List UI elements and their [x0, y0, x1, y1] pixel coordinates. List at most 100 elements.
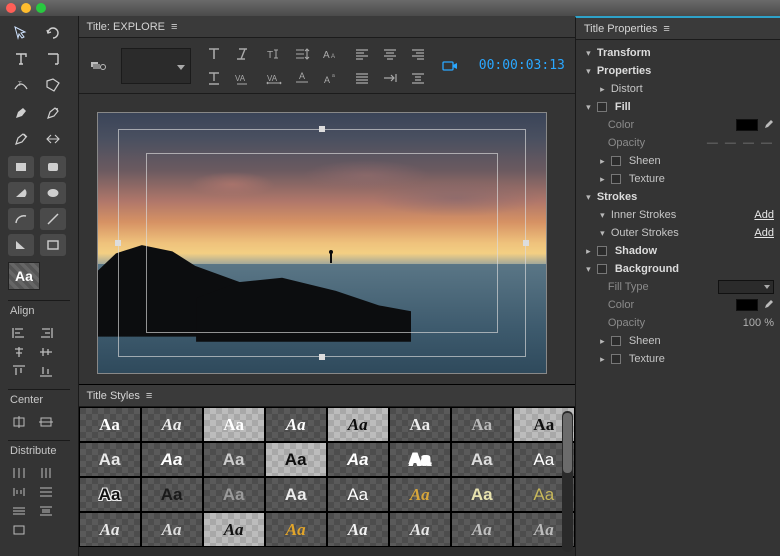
center-horizontal-icon[interactable]	[35, 414, 57, 430]
title-style-swatch[interactable]: Aa	[141, 512, 203, 547]
wedge-tool[interactable]	[8, 182, 34, 204]
align-left-icon[interactable]	[8, 325, 30, 341]
add-outer-stroke-link[interactable]: Add	[754, 227, 774, 239]
prop-texture-2[interactable]: Texture	[629, 353, 665, 365]
arc-tool[interactable]	[8, 208, 34, 230]
title-style-swatch[interactable]: Aa	[265, 477, 327, 512]
ellipse-tool[interactable]	[40, 182, 66, 204]
align-top-icon[interactable]	[8, 363, 30, 379]
area-type-tool[interactable]	[40, 74, 66, 96]
mac-zoom-button[interactable]	[36, 3, 46, 13]
rounded-rect-tool[interactable]	[40, 156, 66, 178]
eyedropper-icon[interactable]	[762, 119, 774, 131]
twirl-icon[interactable]	[584, 101, 593, 113]
texture-checkbox[interactable]	[611, 174, 621, 184]
show-video-icon[interactable]	[441, 57, 459, 75]
align-right-text-icon[interactable]	[409, 45, 427, 63]
align-bottom-icon[interactable]	[35, 363, 57, 379]
panel-menu-icon[interactable]: ≡	[146, 390, 152, 402]
prop-inner-strokes[interactable]: Inner Strokes	[611, 209, 676, 221]
font-family-dropdown[interactable]	[121, 48, 191, 84]
panel-menu-icon[interactable]: ≡	[171, 21, 177, 33]
distribute-extra-icon[interactable]	[8, 522, 30, 538]
twirl-icon[interactable]	[598, 83, 607, 95]
title-style-swatch[interactable]: Aa	[265, 512, 327, 547]
texture-checkbox-2[interactable]	[611, 354, 621, 364]
triangle-tool[interactable]	[8, 234, 34, 256]
align-center-text-icon[interactable]	[381, 45, 399, 63]
selection-tool[interactable]	[8, 22, 34, 44]
background-checkbox[interactable]	[597, 264, 607, 274]
title-style-swatch[interactable]: Aa	[327, 442, 389, 477]
title-style-swatch[interactable]: Aa	[79, 477, 141, 512]
leading-icon[interactable]	[293, 45, 311, 63]
polygon-tool[interactable]	[40, 234, 66, 256]
add-anchor-tool[interactable]	[40, 102, 66, 124]
prop-bgopacity-value[interactable]: 100 %	[743, 317, 774, 329]
regular-t-icon[interactable]	[205, 45, 223, 63]
font-size-icon[interactable]: T	[265, 45, 283, 63]
title-style-swatch[interactable]: Aa	[327, 407, 389, 442]
style-preview-swatch[interactable]: Aa	[8, 262, 40, 290]
mac-minimize-button[interactable]	[21, 3, 31, 13]
prop-strokes[interactable]: Strokes	[597, 191, 637, 203]
title-style-swatch[interactable]: Aa	[265, 407, 327, 442]
twirl-icon[interactable]	[598, 173, 607, 185]
smallcaps-icon[interactable]: AA	[321, 45, 339, 63]
superscript-icon[interactable]: Aa	[321, 69, 339, 87]
title-style-swatch[interactable]: Aa	[141, 442, 203, 477]
tracking-icon[interactable]: VA	[265, 69, 283, 87]
title-style-swatch[interactable]: Aa	[265, 442, 327, 477]
align-left-text-icon[interactable]	[353, 45, 371, 63]
title-style-swatch[interactable]: Aa	[389, 512, 451, 547]
title-style-swatch[interactable]: Aa	[389, 477, 451, 512]
timecode-display[interactable]: 00:00:03:13	[479, 58, 565, 73]
prop-outer-strokes[interactable]: Outer Strokes	[611, 227, 679, 239]
title-style-swatch[interactable]: Aa	[389, 407, 451, 442]
panel-menu-icon[interactable]: ≡	[663, 23, 669, 35]
title-style-swatch[interactable]: Aa	[327, 512, 389, 547]
pen-tool[interactable]	[8, 102, 34, 124]
sheen-checkbox-2[interactable]	[611, 336, 621, 346]
italic-t-icon[interactable]	[233, 45, 251, 63]
title-style-swatch[interactable]: Aa	[203, 442, 265, 477]
distribute-h3-icon[interactable]	[8, 484, 30, 500]
distribute-v3-icon[interactable]	[35, 503, 57, 519]
twirl-icon[interactable]	[598, 209, 607, 221]
twirl-icon[interactable]	[598, 227, 607, 239]
align-vcenter-icon[interactable]	[35, 344, 57, 360]
distribute-v1-icon[interactable]	[35, 484, 57, 500]
fill-color-swatch[interactable]	[736, 119, 758, 131]
twirl-icon[interactable]	[598, 353, 607, 365]
title-style-swatch[interactable]: Aa	[79, 442, 141, 477]
kerning-icon[interactable]: VA	[233, 69, 251, 87]
selection-handle[interactable]	[115, 240, 121, 246]
title-style-swatch[interactable]: Aa	[203, 407, 265, 442]
title-style-swatch[interactable]: Aa	[451, 477, 513, 512]
underline-icon[interactable]	[205, 69, 223, 87]
twirl-icon[interactable]	[598, 335, 607, 347]
twirl-icon[interactable]	[598, 155, 607, 167]
title-canvas[interactable]	[97, 112, 547, 374]
bg-color-swatch[interactable]	[736, 299, 758, 311]
distribute-h1-icon[interactable]	[8, 465, 30, 481]
prop-shadow[interactable]: Shadow	[615, 245, 657, 257]
baseline-icon[interactable]: A	[293, 69, 311, 87]
convert-anchor-tool[interactable]	[40, 128, 66, 150]
tab-icon[interactable]	[381, 69, 399, 87]
twirl-icon[interactable]	[584, 191, 593, 203]
title-style-swatch[interactable]: Aa	[451, 442, 513, 477]
selection-handle[interactable]	[319, 126, 325, 132]
add-inner-stroke-link[interactable]: Add	[754, 209, 774, 221]
twirl-icon[interactable]	[584, 263, 593, 275]
prop-texture[interactable]: Texture	[629, 173, 665, 185]
twirl-icon[interactable]	[584, 245, 593, 257]
fill-checkbox[interactable]	[597, 102, 607, 112]
title-style-swatch[interactable]: Aa	[203, 512, 265, 547]
title-style-swatch[interactable]: Aa	[451, 407, 513, 442]
prop-sheen-2[interactable]: Sheen	[629, 335, 661, 347]
align-right-icon[interactable]	[35, 325, 57, 341]
title-style-swatch[interactable]: Aa	[451, 512, 513, 547]
type-tool[interactable]	[8, 48, 34, 70]
twirl-icon[interactable]	[584, 65, 593, 77]
